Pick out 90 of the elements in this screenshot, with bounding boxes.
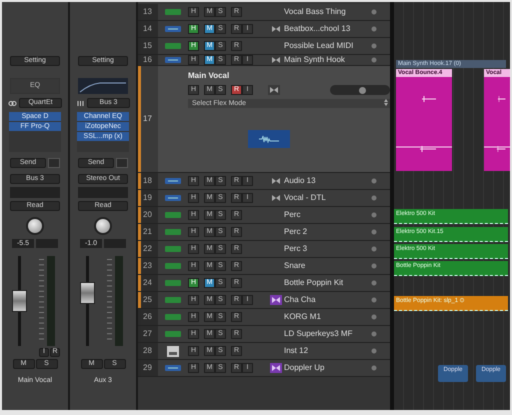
input-monitor-icon[interactable]	[270, 176, 282, 186]
waveform-icon	[165, 195, 181, 201]
input-monitor-icon[interactable]	[270, 295, 282, 305]
circle-icon[interactable]	[371, 348, 377, 354]
midi-region-icon	[165, 280, 181, 286]
track-number: 14	[141, 21, 158, 37]
track-number: 16	[141, 55, 158, 65]
pan-knob[interactable]	[26, 217, 44, 235]
eq-curve-display[interactable]	[78, 78, 128, 94]
midi-region-icon	[165, 9, 181, 15]
track-name[interactable]: Cha Cha	[284, 294, 368, 306]
track-name[interactable]: Beatbox...chool 13	[284, 23, 368, 35]
circle-icon[interactable]	[371, 57, 377, 63]
track-number: 25	[141, 292, 158, 308]
fader-handle[interactable]	[12, 290, 26, 312]
track-number: 21	[141, 224, 158, 240]
midi-region-icon	[165, 331, 181, 337]
waveform-icon	[259, 135, 279, 143]
volume-slider[interactable]	[330, 85, 390, 95]
circle-icon[interactable]	[371, 178, 377, 184]
track-number: 19	[141, 190, 158, 206]
fader-handle[interactable]	[80, 282, 94, 304]
updown-caret-icon	[384, 99, 388, 106]
track-name[interactable]: Possible Lead MIDI	[284, 40, 368, 52]
circle-icon[interactable]	[371, 195, 377, 201]
input-monitor-icon[interactable]	[268, 85, 280, 95]
midi-region-icon	[165, 229, 181, 235]
input-monitor-icon[interactable]	[270, 193, 282, 203]
track-name[interactable]: Perc 3	[284, 243, 368, 255]
peak-display	[104, 239, 126, 248]
track-number: 24	[141, 275, 158, 291]
circle-icon[interactable]	[371, 43, 377, 49]
send-knob-slot[interactable]	[116, 158, 128, 168]
track-number: 23	[141, 258, 158, 274]
track-name[interactable]: Vocal Bass Thing	[284, 6, 368, 18]
circle-icon[interactable]	[371, 314, 377, 320]
track-name[interactable]: Inst 12	[284, 345, 368, 357]
circle-icon[interactable]	[371, 365, 377, 371]
track-name[interactable]: Main Synth Hook	[284, 55, 368, 65]
waveform-icon	[165, 365, 181, 371]
slider-knob[interactable]	[358, 86, 366, 94]
waveform-icon	[165, 178, 181, 184]
midi-region-icon	[165, 314, 181, 320]
circle-icon[interactable]	[371, 263, 377, 269]
track-number: 20	[141, 207, 158, 223]
circle-icon[interactable]	[371, 280, 377, 286]
circle-icon[interactable]	[371, 246, 377, 252]
circle-icon[interactable]	[371, 331, 377, 337]
circle-icon[interactable]	[371, 26, 377, 32]
waveform-icon	[165, 57, 181, 63]
track-number: 29	[141, 360, 158, 376]
pan-knob[interactable]	[94, 217, 112, 235]
track-number: 13	[141, 4, 158, 20]
waveform-icon	[165, 26, 181, 32]
input-monitor-icon[interactable]	[270, 363, 282, 373]
circle-icon[interactable]	[371, 9, 377, 15]
track-name[interactable]: Main Vocal	[188, 70, 390, 82]
midi-region-icon	[165, 246, 181, 252]
input-monitor-icon[interactable]	[270, 24, 282, 34]
track-number: 18	[141, 173, 158, 189]
midi-region-icon	[165, 43, 181, 49]
peak-display	[36, 239, 58, 248]
track-name[interactable]: Perc 2	[284, 226, 368, 238]
send-knob-slot[interactable]	[48, 158, 60, 168]
track-name[interactable]: Audio 13	[284, 175, 368, 187]
bars-icon[interactable]	[76, 98, 85, 108]
midi-region-icon	[165, 263, 181, 269]
track-number: 28	[141, 343, 158, 359]
circle-icon[interactable]	[371, 229, 377, 235]
track-number: 26	[141, 309, 158, 325]
track-number: 27	[141, 326, 158, 342]
track-name[interactable]: LD Superkeys3 MF	[284, 328, 368, 340]
waveform-drawing	[484, 95, 510, 153]
track-number: 15	[141, 38, 158, 54]
track-name[interactable]: Perc	[284, 209, 368, 221]
track-name[interactable]: Doppler Up	[284, 362, 368, 374]
circle-icon[interactable]	[371, 212, 377, 218]
midi-region-icon	[165, 297, 181, 303]
keyboard-icon	[167, 346, 179, 356]
track-name[interactable]: Vocal - DTL	[284, 192, 368, 204]
waveform-drawing	[396, 95, 452, 153]
link-icon[interactable]	[8, 98, 17, 108]
input-monitor-icon[interactable]	[270, 55, 282, 65]
circle-icon[interactable]	[371, 297, 377, 303]
track-name[interactable]: Bottle Poppin Kit	[284, 277, 368, 289]
midi-region-icon	[165, 212, 181, 218]
track-number: 17	[141, 66, 158, 172]
track-name[interactable]: Snare	[284, 260, 368, 272]
track-name[interactable]: KORG M1	[284, 311, 368, 323]
track-number: 22	[141, 241, 158, 257]
